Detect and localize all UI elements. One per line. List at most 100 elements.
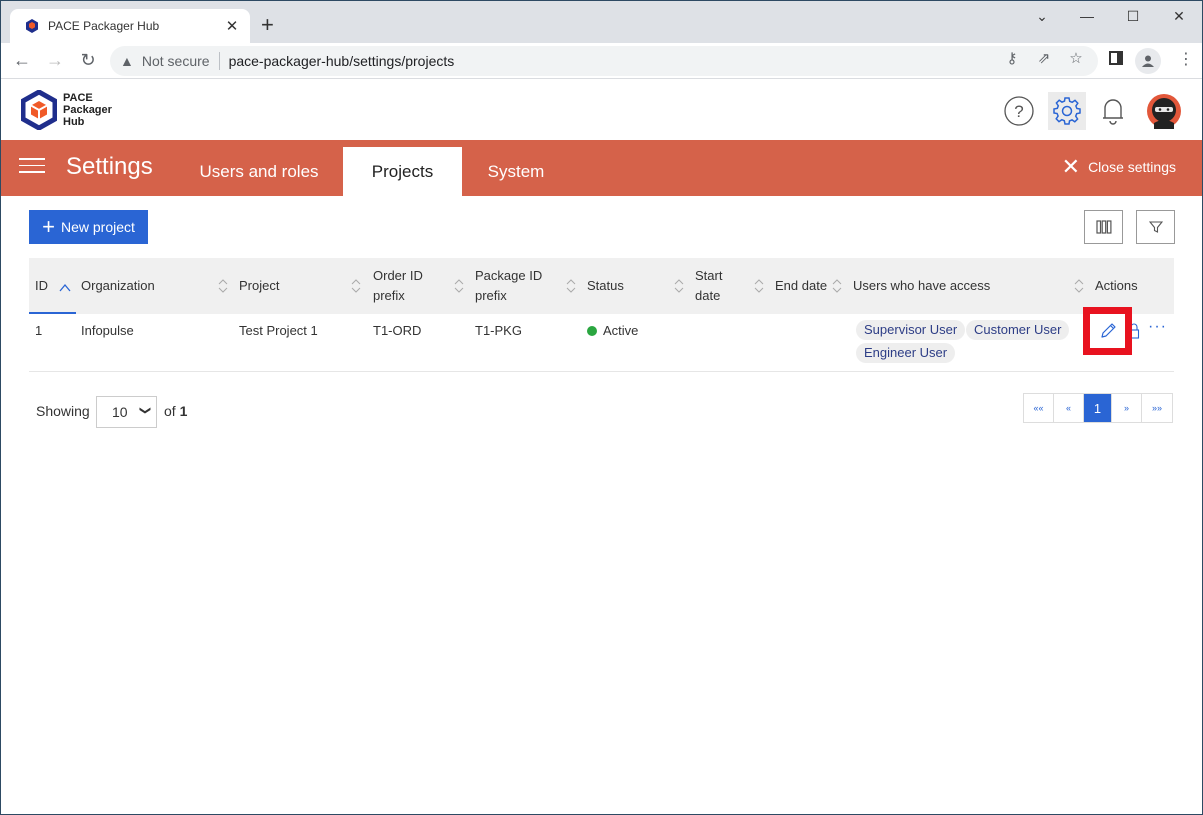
browser-menu-icon[interactable]: ⋮ (1178, 49, 1194, 69)
app-logo[interactable]: PACE Packager Hub (21, 90, 112, 130)
notifications-button[interactable] (1094, 92, 1132, 130)
showing-label: Showing (36, 403, 90, 419)
column-header-actions: Actions (1095, 278, 1138, 293)
sort-icon[interactable] (1073, 278, 1085, 294)
app-favicon-icon (26, 19, 38, 33)
settings-title: Settings (66, 153, 153, 180)
filter-button[interactable] (1136, 210, 1175, 244)
sort-icon[interactable] (753, 278, 765, 294)
back-icon[interactable]: ← (10, 49, 34, 71)
hamburger-menu-icon[interactable] (19, 158, 45, 178)
column-header-users-who-have-access[interactable]: Users who have access (853, 258, 990, 314)
column-header-organization[interactable]: Organization (81, 258, 155, 314)
cell-organization: Infopulse (81, 323, 134, 338)
browser-tabstrip: PACE Packager Hub ✕ + ⌄ — ☐ ✕ (1, 1, 1202, 43)
previous-page-button[interactable]: « (1054, 394, 1084, 422)
pencil-icon (1100, 323, 1116, 338)
tab-search-icon[interactable]: ⌄ (1019, 5, 1065, 27)
browser-toolbar: ← → ↻ ▲ Not secure pace-packager-hub/set… (1, 43, 1202, 79)
gear-icon (1053, 97, 1081, 125)
reload-icon[interactable]: ↻ (76, 49, 100, 71)
bell-icon (1103, 99, 1123, 125)
forward-icon[interactable]: → (43, 49, 67, 71)
filter-icon (1148, 221, 1163, 233)
logo-line: Packager (63, 104, 112, 116)
password-key-icon[interactable]: ⚷ (1001, 49, 1023, 67)
svg-text:?: ? (1014, 102, 1023, 121)
column-header-start-date[interactable]: Start date (695, 258, 735, 314)
page-size-select[interactable]: 10 ❯ (96, 396, 157, 428)
help-button[interactable]: ? (1000, 92, 1038, 130)
column-header-id[interactable]: ID (35, 258, 48, 314)
last-page-button[interactable]: »» (1142, 394, 1172, 422)
sort-ascending-icon[interactable] (59, 280, 71, 296)
columns-button[interactable] (1084, 210, 1123, 244)
cell-status: Active (587, 323, 638, 338)
tab-title: PACE Packager Hub (48, 19, 160, 33)
sort-icon[interactable] (453, 278, 465, 294)
app-header: PACE Packager Hub ? (1, 80, 1202, 140)
security-label[interactable]: Not secure (142, 53, 210, 69)
new-tab-button[interactable]: + (261, 13, 274, 37)
next-page-button[interactable]: » (1112, 394, 1142, 422)
tab-close-icon[interactable]: ✕ (224, 17, 240, 35)
cell-project: Test Project 1 (239, 323, 318, 338)
tab-system[interactable]: System (471, 147, 561, 196)
minimize-icon[interactable]: — (1064, 5, 1110, 27)
close-settings-button[interactable]: ✕ Close settings (1061, 154, 1176, 179)
cell-package-id-prefix: T1-PKG (475, 323, 522, 338)
current-page-button[interactable]: 1 (1084, 394, 1112, 422)
user-chip: Supervisor User (856, 320, 966, 340)
close-window-icon[interactable]: ✕ (1156, 5, 1202, 27)
maximize-icon[interactable]: ☐ (1110, 5, 1156, 27)
close-settings-label: Close settings (1088, 159, 1176, 175)
status-label: Active (603, 323, 639, 338)
logo-text: PACE Packager Hub (63, 92, 112, 128)
total-pages: 1 (179, 403, 188, 419)
user-chip: Customer User (966, 320, 1070, 340)
url-text[interactable]: pace-packager-hub/settings/projects (229, 53, 455, 69)
column-header-end-date[interactable]: End date (775, 258, 827, 314)
tab-projects[interactable]: Projects (343, 147, 462, 196)
column-header-status[interactable]: Status (587, 258, 624, 314)
edit-project-button[interactable] (1083, 307, 1132, 355)
cell-order-id-prefix: T1-ORD (373, 323, 422, 338)
column-header-order-id-prefix[interactable]: Order ID prefix (373, 258, 443, 314)
warning-icon[interactable]: ▲ (120, 53, 134, 69)
sort-icon[interactable] (217, 278, 229, 294)
new-project-button[interactable]: + New project (29, 210, 148, 244)
page-count: of 1 (164, 403, 187, 419)
bookmark-star-icon[interactable]: ☆ (1065, 49, 1087, 67)
columns-icon (1095, 220, 1111, 234)
help-icon: ? (1004, 96, 1034, 126)
page-size-value: 10 (112, 404, 128, 420)
sort-icon[interactable] (673, 278, 685, 294)
of-label: of (164, 403, 176, 419)
logo-line: PACE (63, 92, 93, 104)
new-project-label: New project (60, 219, 135, 235)
share-icon[interactable]: ⇗ (1033, 49, 1055, 67)
ninja-avatar-icon (1147, 94, 1181, 129)
side-panel-icon[interactable] (1109, 51, 1123, 69)
sort-icon[interactable] (350, 278, 362, 294)
browser-tab[interactable]: PACE Packager Hub ✕ (10, 9, 250, 43)
sort-icon[interactable] (831, 278, 843, 294)
address-bar[interactable]: ▲ Not secure pace-packager-hub/settings/… (110, 46, 1098, 76)
table-row[interactable]: 1 Infopulse Test Project 1 T1-ORD T1-PKG… (29, 314, 1174, 372)
pagination: «« « 1 » »» (1023, 393, 1173, 423)
sort-icon[interactable] (565, 278, 577, 294)
settings-bar: Settings Users and roles Projects System… (1, 140, 1202, 196)
chevron-down-icon: ❯ (138, 405, 151, 416)
column-header-project[interactable]: Project (239, 258, 279, 314)
user-avatar[interactable] (1145, 92, 1183, 130)
tab-users-and-roles[interactable]: Users and roles (185, 147, 333, 196)
more-actions-icon[interactable]: ··· (1148, 318, 1167, 336)
browser-profile-icon[interactable] (1135, 48, 1161, 74)
column-header-package-id-prefix[interactable]: Package ID prefix (475, 258, 555, 314)
first-page-button[interactable]: «« (1024, 394, 1054, 422)
settings-button[interactable] (1048, 92, 1086, 130)
status-active-dot-icon (587, 326, 597, 336)
logo-line: Hub (63, 116, 85, 128)
table-header: ID Organization Project Order ID prefix … (29, 258, 1174, 314)
close-icon: ✕ (1061, 154, 1081, 179)
